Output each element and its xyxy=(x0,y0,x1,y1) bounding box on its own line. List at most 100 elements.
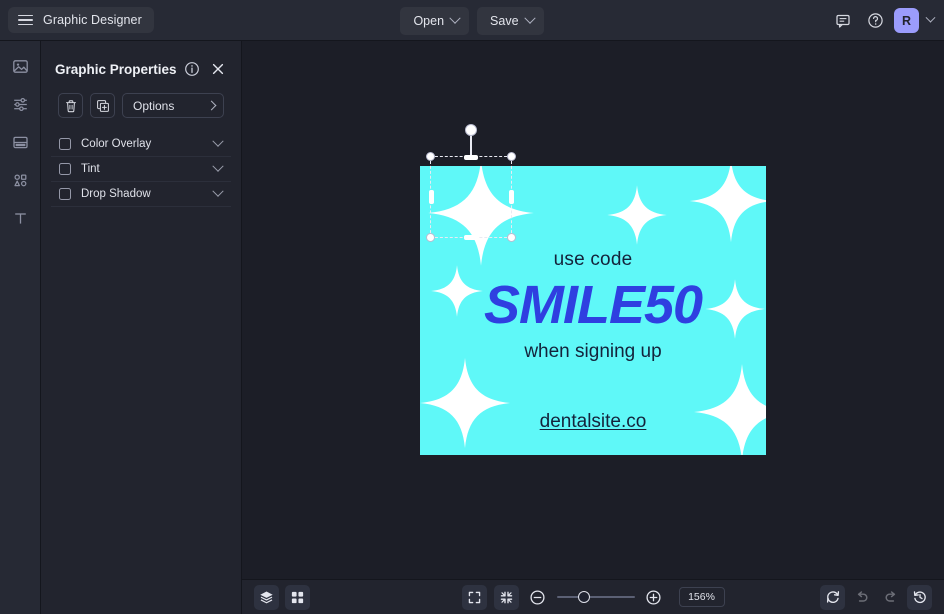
zoom-slider-track xyxy=(556,596,635,598)
save-label: Save xyxy=(490,13,519,28)
info-circle-icon xyxy=(185,62,199,76)
adjustments-icon xyxy=(13,97,27,111)
resize-handle-top[interactable] xyxy=(464,154,478,160)
history-button[interactable] xyxy=(907,584,932,610)
close-icon xyxy=(212,63,224,75)
open-label: Open xyxy=(413,13,445,28)
panel-header: Graphic Properties xyxy=(41,49,241,89)
fit-to-screen-button[interactable] xyxy=(461,584,487,610)
delete-button[interactable] xyxy=(58,93,83,118)
app-header: Graphic Designer Open Save R xyxy=(0,0,944,41)
chevron-down-icon[interactable] xyxy=(212,185,224,197)
fit-selection-button[interactable] xyxy=(493,584,519,610)
fit-to-screen-icon xyxy=(468,591,480,603)
text-icon xyxy=(14,212,26,224)
resize-handle-bottom[interactable] xyxy=(464,234,478,240)
property-label: Color Overlay xyxy=(81,138,152,150)
canvas-bottom-bar: 156% xyxy=(242,579,944,614)
tool-rail xyxy=(0,41,41,614)
image-icon xyxy=(12,59,28,73)
undo-button[interactable] xyxy=(849,585,874,610)
zoom-slider-thumb[interactable] xyxy=(577,591,590,603)
property-label: Drop Shadow xyxy=(81,188,151,200)
property-row-color-overlay[interactable]: Color Overlay xyxy=(51,132,231,157)
sparkle-icon xyxy=(694,364,766,455)
comment-button[interactable] xyxy=(830,8,856,34)
rotate-handle[interactable] xyxy=(465,124,477,136)
duplicate-button[interactable] xyxy=(90,93,115,118)
open-button[interactable]: Open xyxy=(400,6,470,35)
sparkle-icon xyxy=(607,185,667,245)
save-button[interactable]: Save xyxy=(477,6,544,35)
chevron-down-icon xyxy=(449,12,461,24)
history-controls xyxy=(820,584,932,610)
bottom-bar-left xyxy=(254,584,310,610)
chevron-down-icon[interactable] xyxy=(925,12,936,23)
panel-toolbar: Options xyxy=(41,89,241,118)
refresh-icon xyxy=(826,591,839,603)
sparkle-icon xyxy=(420,357,511,449)
resize-handle-right[interactable] xyxy=(508,190,514,204)
zoom-in-icon xyxy=(646,589,661,605)
resize-handle-top-right[interactable] xyxy=(507,152,516,161)
hamburger-icon xyxy=(18,14,33,26)
help-button[interactable] xyxy=(862,8,888,34)
redo-icon xyxy=(885,591,895,602)
resize-handle-left[interactable] xyxy=(428,190,434,204)
graphic-line-1: use code xyxy=(553,249,633,270)
undo-icon xyxy=(857,591,867,602)
property-row-tint[interactable]: Tint xyxy=(51,157,231,182)
rail-item-adjustments[interactable] xyxy=(5,89,35,119)
graphic-designer-app: Graphic Designer Open Save R Graphic Pro… xyxy=(0,0,944,614)
duplicate-icon xyxy=(96,99,109,112)
tint-checkbox[interactable] xyxy=(59,163,71,175)
selection-bounding-box[interactable] xyxy=(426,124,516,242)
app-title: Graphic Designer xyxy=(43,13,142,27)
header-user-area: R xyxy=(830,0,936,41)
drop-shadow-checkbox[interactable] xyxy=(59,188,71,200)
layout-icon xyxy=(12,136,28,148)
layers-button[interactable] xyxy=(254,584,279,610)
graphic-website: dentalsite.co xyxy=(539,411,647,432)
resize-handle-top-left[interactable] xyxy=(426,152,435,161)
zoom-out-button[interactable] xyxy=(526,585,550,609)
panel-title: Graphic Properties xyxy=(55,61,177,77)
chevron-down-icon[interactable] xyxy=(212,135,224,147)
help-circle-icon xyxy=(867,13,883,28)
fit-selection-icon xyxy=(500,591,512,603)
property-row-drop-shadow[interactable]: Drop Shadow xyxy=(51,182,231,207)
design-canvas[interactable]: use code SMILE50 when signing up dentals… xyxy=(242,41,944,579)
graphic-promo-code: SMILE50 xyxy=(483,275,703,335)
resize-handle-bottom-right[interactable] xyxy=(507,233,516,242)
graphic-line-2: when signing up xyxy=(524,341,662,362)
rail-item-layout[interactable] xyxy=(5,127,35,157)
chevron-down-icon[interactable] xyxy=(212,160,224,172)
redo-button[interactable] xyxy=(878,585,903,610)
chevron-right-icon xyxy=(206,100,217,111)
sparkle-icon xyxy=(689,166,766,243)
resize-handle-bottom-left[interactable] xyxy=(426,233,435,242)
zoom-level-value[interactable]: 156% xyxy=(678,587,725,607)
app-menu-button[interactable]: Graphic Designer xyxy=(8,7,154,33)
panel-info-button[interactable] xyxy=(179,56,205,82)
rotate-stem xyxy=(470,135,472,157)
panel-close-button[interactable] xyxy=(205,56,231,82)
user-avatar[interactable]: R xyxy=(894,8,919,33)
chevron-down-icon xyxy=(523,12,536,24)
layers-icon xyxy=(260,591,273,603)
zoom-slider[interactable] xyxy=(556,590,635,604)
graphic-properties-panel: Graphic Properties Options Color Overlay… xyxy=(41,41,242,614)
rail-item-image[interactable] xyxy=(5,51,35,81)
trash-icon xyxy=(65,99,76,112)
grid-button[interactable] xyxy=(285,584,310,610)
history-icon xyxy=(913,591,926,604)
rail-item-text[interactable] xyxy=(5,203,35,233)
zoom-in-button[interactable] xyxy=(642,585,666,609)
options-button[interactable]: Options xyxy=(122,93,224,118)
reset-button[interactable] xyxy=(820,584,845,610)
color-overlay-checkbox[interactable] xyxy=(59,138,71,150)
grid-icon xyxy=(291,591,304,603)
options-label: Options xyxy=(133,98,175,113)
shapes-icon xyxy=(13,173,26,186)
rail-item-shapes[interactable] xyxy=(5,165,35,195)
